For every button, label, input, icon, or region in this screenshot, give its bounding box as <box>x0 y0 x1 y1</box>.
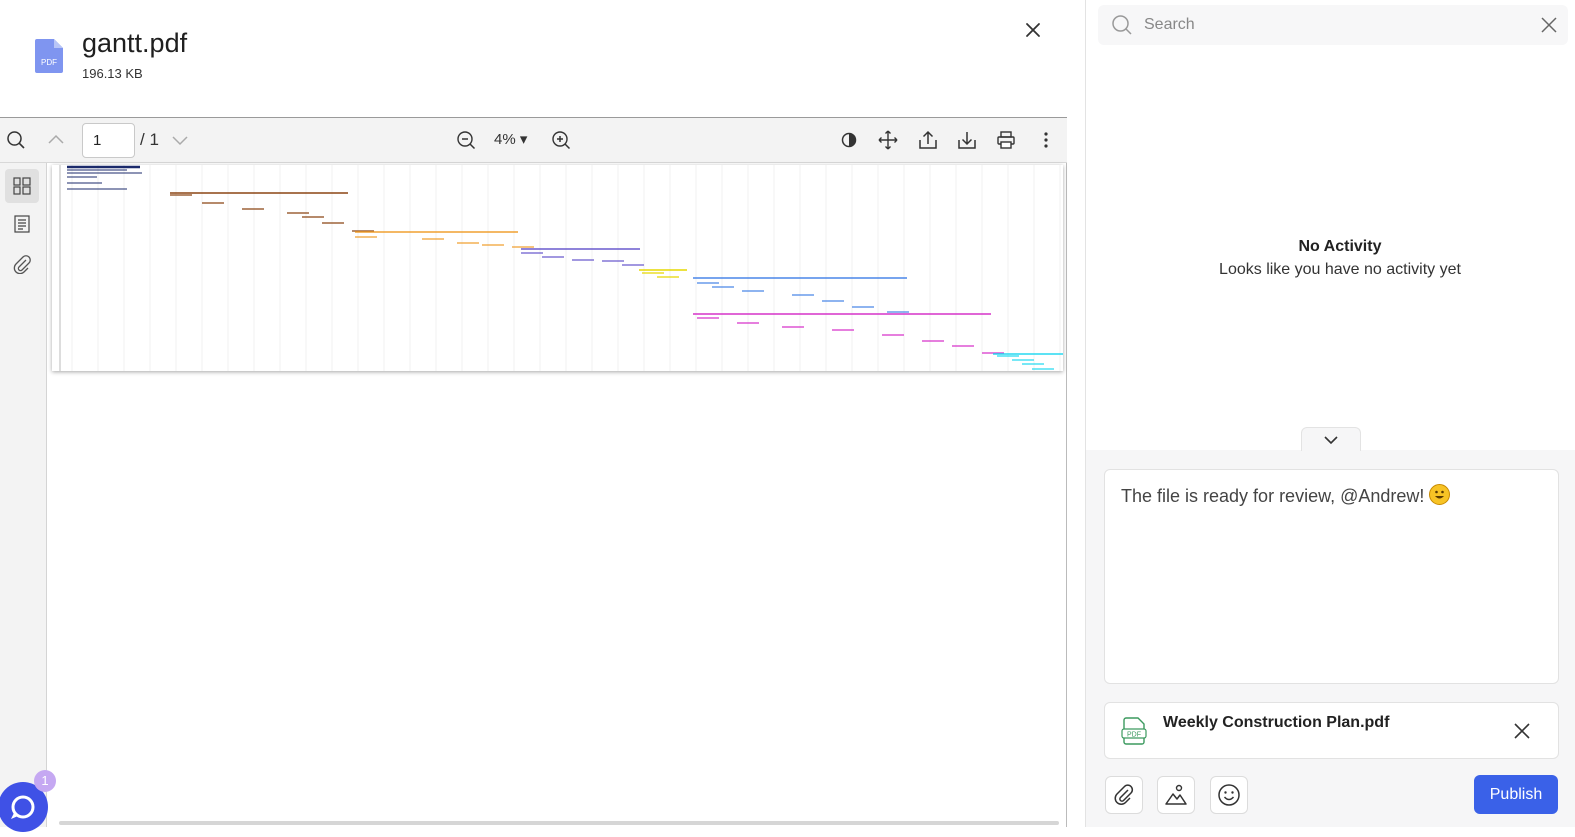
chevron-down-icon: ▾ <box>519 131 528 148</box>
search-box <box>1098 5 1568 45</box>
pan-tool-icon[interactable] <box>876 128 900 152</box>
attachment-name: Weekly Construction Plan.pdf <box>1163 714 1390 731</box>
file-size: 196.13 KB <box>82 66 143 81</box>
thumbnails-button[interactable] <box>5 169 39 203</box>
empty-state-title: No Activity <box>1298 238 1382 255</box>
attachment-badge-text: PDF <box>1127 732 1141 739</box>
insert-image-button[interactable] <box>1157 776 1195 814</box>
search-icon[interactable] <box>4 128 28 152</box>
zoom-value: 4% <box>494 131 516 148</box>
comment-text: The file is ready for review, @Andrew! <box>1121 484 1451 507</box>
pdf-file-icon: PDF <box>35 39 63 73</box>
empty-state-subtitle: Looks like you have no activity yet <box>1219 261 1461 278</box>
close-icon[interactable] <box>1022 19 1044 41</box>
activity-panel: No Activity Looks like you have no activ… <box>1085 0 1575 827</box>
smiley-emoji-icon <box>1429 484 1451 505</box>
page-number-input[interactable] <box>82 123 135 158</box>
gantt-chart-image <box>59 165 1063 371</box>
pdf-attachment-icon: PDF <box>1121 717 1147 745</box>
document-area[interactable] <box>47 163 1067 827</box>
file-viewer: PDF gantt.pdf 196.13 KB / 1 4% ▾ <box>0 0 1085 832</box>
pdf-side-tools <box>0 163 47 827</box>
notification-badge: 1 <box>34 770 56 792</box>
pdf-toolbar: / 1 4% ▾ <box>0 117 1067 163</box>
image-icon <box>1165 784 1187 805</box>
search-icon <box>1112 15 1132 35</box>
more-menu-icon[interactable] <box>1034 128 1058 152</box>
upload-icon[interactable] <box>916 128 940 152</box>
page-total: / 1 <box>140 130 159 149</box>
download-icon[interactable] <box>955 128 979 152</box>
clear-search-icon[interactable] <box>1539 15 1559 35</box>
comment-editor[interactable]: The file is ready for review, @Andrew! <box>1104 469 1559 684</box>
comment-body: The file is ready for review, @Andrew! <box>1121 486 1430 506</box>
gantt-page-preview <box>52 165 1063 371</box>
attachment-card: PDF Weekly Construction Plan.pdf <box>1104 702 1559 759</box>
paperclip-icon <box>1114 784 1134 805</box>
thumbnails-icon <box>13 177 31 195</box>
outline-button[interactable] <box>5 207 39 241</box>
attachments-icon <box>13 255 31 274</box>
file-name: gantt.pdf <box>82 28 188 58</box>
publish-button[interactable]: Publish <box>1474 775 1558 814</box>
zoom-out-icon[interactable] <box>454 128 478 152</box>
collapse-toggle[interactable] <box>1301 427 1361 451</box>
previous-page-icon[interactable] <box>44 128 68 152</box>
pdf-badge-text: PDF <box>41 58 57 67</box>
chevron-down-icon <box>1324 435 1338 444</box>
attachments-button[interactable] <box>5 247 39 281</box>
theme-toggle-icon[interactable] <box>837 128 861 152</box>
remove-attachment-icon[interactable] <box>1512 721 1532 741</box>
next-page-icon[interactable] <box>168 128 192 152</box>
file-header: PDF gantt.pdf 196.13 KB <box>0 0 1085 117</box>
emoji-button[interactable] <box>1210 776 1248 814</box>
search-input[interactable] <box>1144 13 1514 37</box>
smiley-icon <box>1218 784 1240 806</box>
attach-file-button[interactable] <box>1105 776 1143 814</box>
zoom-in-icon[interactable] <box>549 128 573 152</box>
outline-icon <box>14 215 30 233</box>
print-icon[interactable] <box>994 128 1018 152</box>
zoom-select[interactable]: 4% ▾ <box>494 130 527 148</box>
horizontal-scrollbar[interactable] <box>59 821 1059 825</box>
